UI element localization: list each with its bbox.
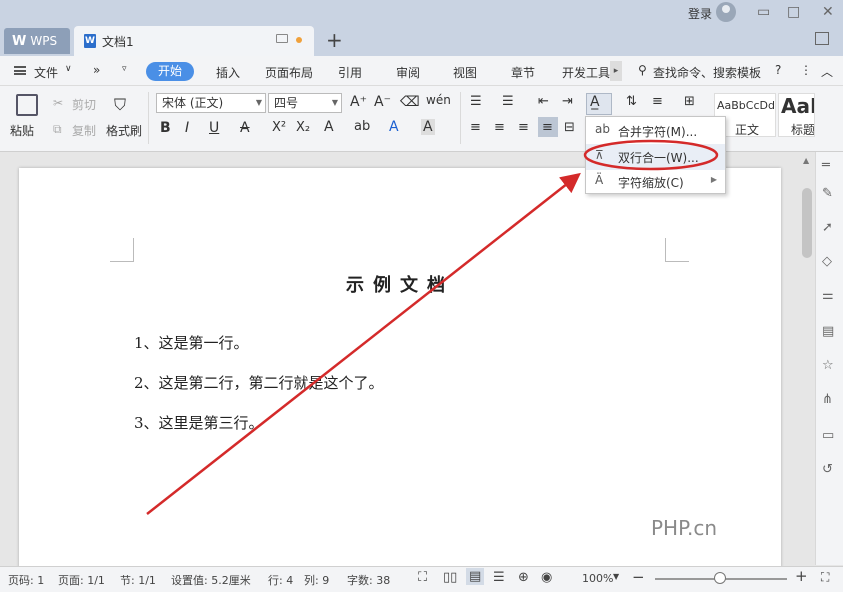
annotation-ellipse	[583, 139, 719, 171]
annotation-arrow	[146, 172, 581, 515]
annotation-overlay	[146, 139, 719, 515]
